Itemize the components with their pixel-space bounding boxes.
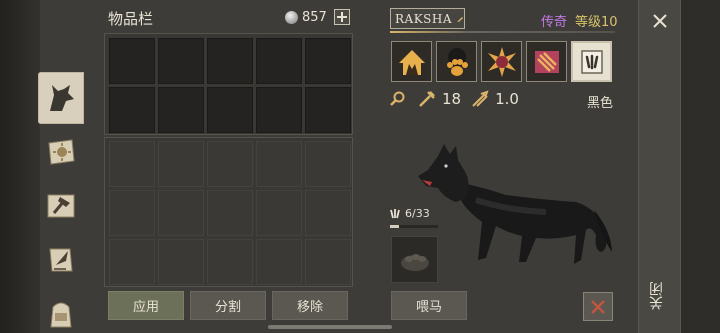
inventory-slot[interactable] bbox=[256, 190, 302, 236]
inventory-grid-bottom bbox=[109, 141, 351, 285]
tab-crafting[interactable] bbox=[38, 180, 84, 232]
paw-skill-icon bbox=[446, 47, 468, 76]
tab-pet[interactable] bbox=[38, 72, 84, 124]
magnifier-icon[interactable] bbox=[390, 91, 406, 107]
scroll-indicator[interactable] bbox=[268, 325, 392, 329]
attack-icon bbox=[419, 91, 435, 107]
silver-coin-icon bbox=[285, 10, 298, 24]
inventory-slot[interactable] bbox=[305, 38, 351, 84]
inventory-title: 物品栏 bbox=[108, 10, 154, 28]
pet-level: 等级10 bbox=[575, 15, 618, 30]
skill-slot-5[interactable] bbox=[571, 41, 612, 82]
speed-value: 1.0 bbox=[495, 90, 519, 108]
inventory-slot[interactable] bbox=[207, 190, 253, 236]
inventory-slot[interactable] bbox=[109, 141, 155, 187]
backpack-icon bbox=[50, 302, 72, 328]
skill-slot-2[interactable] bbox=[436, 41, 477, 82]
skill-slot-3[interactable] bbox=[481, 41, 522, 82]
food-icon bbox=[390, 208, 400, 218]
inventory-slot[interactable] bbox=[207, 87, 253, 133]
wolf-portrait bbox=[416, 140, 616, 274]
tab-backpack[interactable] bbox=[38, 288, 84, 333]
food-bar bbox=[390, 225, 438, 228]
food-bar-fill bbox=[390, 225, 399, 228]
close-panel[interactable]: 关闭 bbox=[638, 0, 681, 333]
pet-name-box[interactable]: RAKSHA bbox=[390, 8, 465, 29]
claw-card-skill-icon bbox=[580, 49, 603, 74]
scroll-quill-icon bbox=[49, 248, 73, 272]
skill-slot-4[interactable] bbox=[526, 41, 567, 82]
pet-name: RAKSHA bbox=[395, 11, 453, 26]
inventory-slot[interactable] bbox=[305, 190, 351, 236]
inventory-slot[interactable] bbox=[256, 141, 302, 187]
food-bowl-icon bbox=[400, 253, 429, 271]
plus-icon bbox=[336, 12, 347, 22]
edit-quill-icon bbox=[457, 16, 463, 22]
inventory-slot[interactable] bbox=[305, 141, 351, 187]
release-pet-button[interactable] bbox=[583, 292, 613, 321]
inventory-slot[interactable] bbox=[158, 38, 204, 84]
pet-color-label: 黑色 bbox=[587, 96, 614, 111]
inventory-slot[interactable] bbox=[109, 38, 155, 84]
close-x-button[interactable] bbox=[649, 10, 671, 32]
apply-button[interactable]: 应用 bbox=[108, 291, 184, 320]
close-icon bbox=[653, 14, 667, 28]
inventory-slot[interactable] bbox=[158, 239, 204, 285]
left-strip bbox=[0, 0, 40, 333]
pet-stats: 18 1.0 bbox=[390, 90, 519, 108]
tab-journal[interactable] bbox=[38, 234, 84, 286]
split-button[interactable]: 分割 bbox=[190, 291, 266, 320]
inventory-slot[interactable] bbox=[158, 87, 204, 133]
inventory-slot[interactable] bbox=[256, 87, 302, 133]
inventory-grid-top bbox=[109, 38, 351, 133]
inventory-slot[interactable] bbox=[109, 239, 155, 285]
inventory-slot[interactable] bbox=[158, 141, 204, 187]
map-hammer-icon bbox=[47, 194, 75, 218]
scroll-sun-icon bbox=[48, 139, 75, 165]
inventory-slot[interactable] bbox=[207, 239, 253, 285]
burst-skill-icon bbox=[487, 46, 516, 77]
add-currency-button[interactable] bbox=[333, 9, 350, 25]
currency-amount: 857 bbox=[302, 9, 327, 25]
inventory-slot[interactable] bbox=[305, 87, 351, 133]
inventory-slot[interactable] bbox=[109, 87, 155, 133]
inventory-slot[interactable] bbox=[256, 239, 302, 285]
feed-button[interactable]: 喂马 bbox=[391, 291, 467, 320]
right-edge bbox=[681, 0, 720, 333]
food-meter: 6/33 bbox=[390, 207, 430, 220]
attack-value: 18 bbox=[442, 90, 462, 108]
inventory-slot[interactable] bbox=[158, 190, 204, 236]
pet-rarity: 传奇 bbox=[541, 15, 568, 30]
close-label: 关闭 bbox=[649, 282, 665, 310]
remove-button[interactable]: 移除 bbox=[272, 291, 348, 320]
food-value: 6/33 bbox=[405, 207, 430, 220]
inventory-slot[interactable] bbox=[207, 141, 253, 187]
inventory-slot[interactable] bbox=[256, 38, 302, 84]
inventory-slot[interactable] bbox=[109, 190, 155, 236]
speed-icon bbox=[472, 90, 489, 107]
claw-scroll-skill-icon bbox=[534, 50, 559, 73]
food-slot[interactable] bbox=[391, 236, 438, 283]
tab-quests[interactable] bbox=[38, 126, 84, 178]
release-x-icon bbox=[591, 299, 605, 314]
inventory-slot[interactable] bbox=[305, 239, 351, 285]
inventory-slot[interactable] bbox=[207, 38, 253, 84]
house-skill-icon bbox=[398, 49, 425, 75]
pet-name-underline bbox=[390, 31, 615, 33]
skill-slot-1[interactable] bbox=[391, 41, 432, 82]
wolf-icon bbox=[50, 85, 74, 111]
currency-display: 857 bbox=[285, 9, 350, 25]
